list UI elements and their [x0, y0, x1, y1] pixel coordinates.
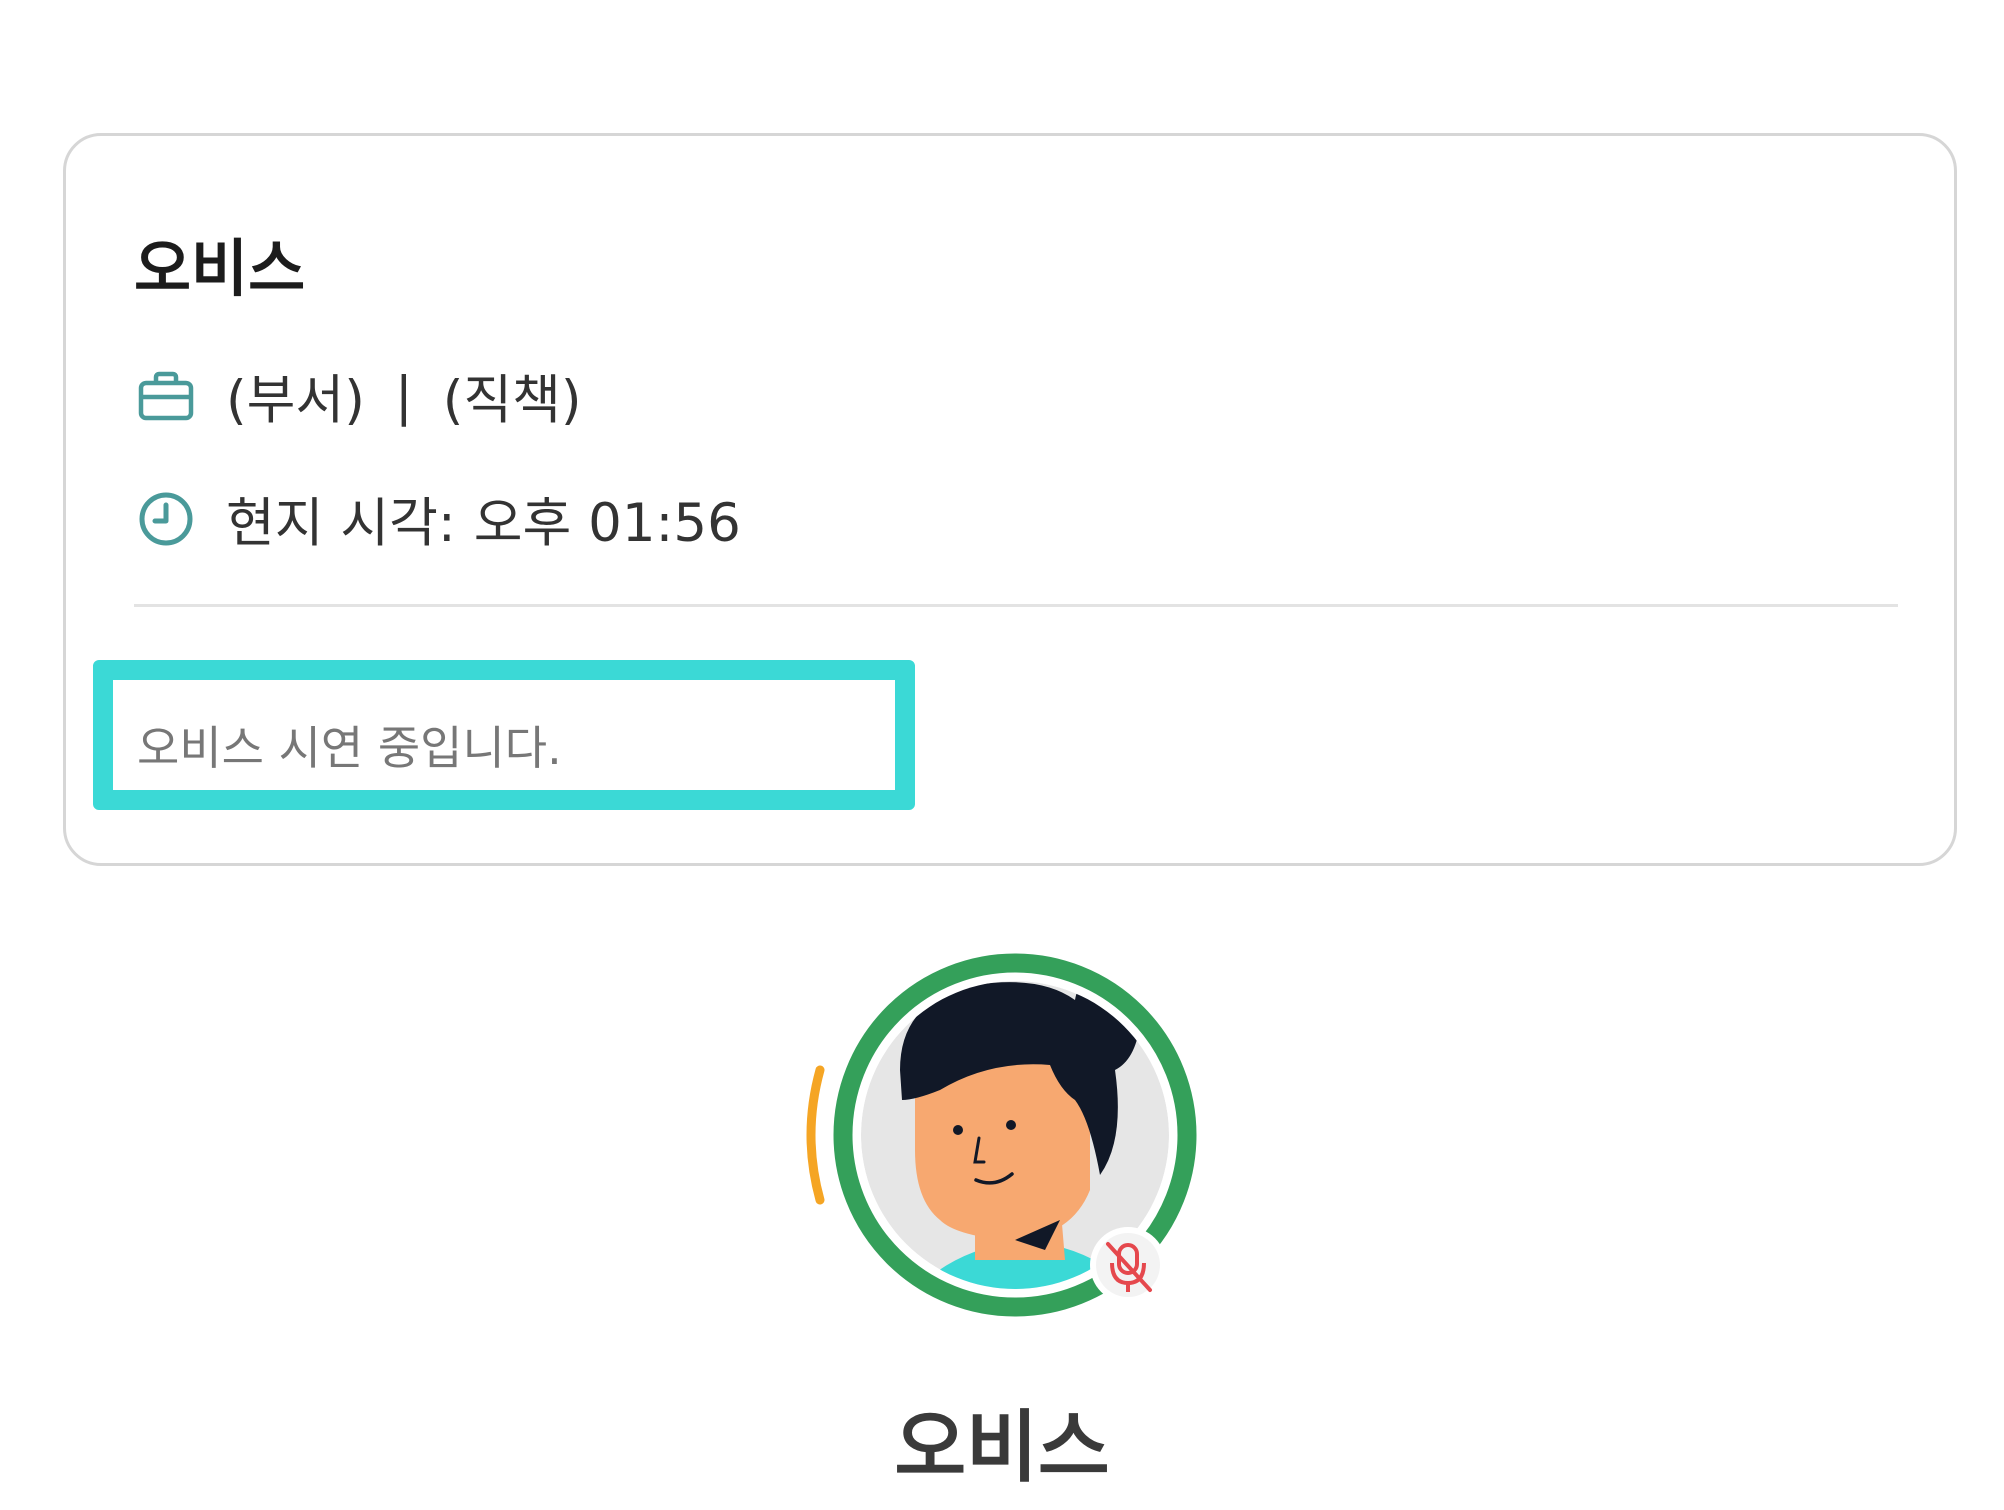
status-message: 오비스 시연 중입니다. [137, 721, 562, 775]
position-text: (직책) [442, 370, 582, 431]
card-divider [134, 604, 1898, 607]
profile-popover: 오비스 (부서) | (직책) 현지 시각: 오후 01:56 오비스 시연 중… [63, 133, 1957, 866]
speaking-indicator [806, 1065, 825, 1205]
briefcase-icon [136, 366, 196, 426]
local-time-row: 현지 시각: 오후 01:56 [136, 484, 741, 554]
local-time-label: 현지 시각: [226, 493, 456, 554]
profile-name: 오비스 [134, 232, 306, 305]
mic-off-icon [1090, 1227, 1166, 1303]
clock-icon [136, 489, 196, 549]
avatar-name-label: 오비스 [894, 1403, 1110, 1493]
status-message-box[interactable]: 오비스 시연 중입니다. [93, 660, 915, 810]
department-text: (부서) [226, 370, 365, 431]
department-position-separator: | [394, 365, 413, 427]
local-time-value: 오후 01:56 [473, 493, 741, 554]
department-row: (부서) | (직책) [136, 361, 582, 431]
user-avatar[interactable] [790, 950, 1220, 1350]
